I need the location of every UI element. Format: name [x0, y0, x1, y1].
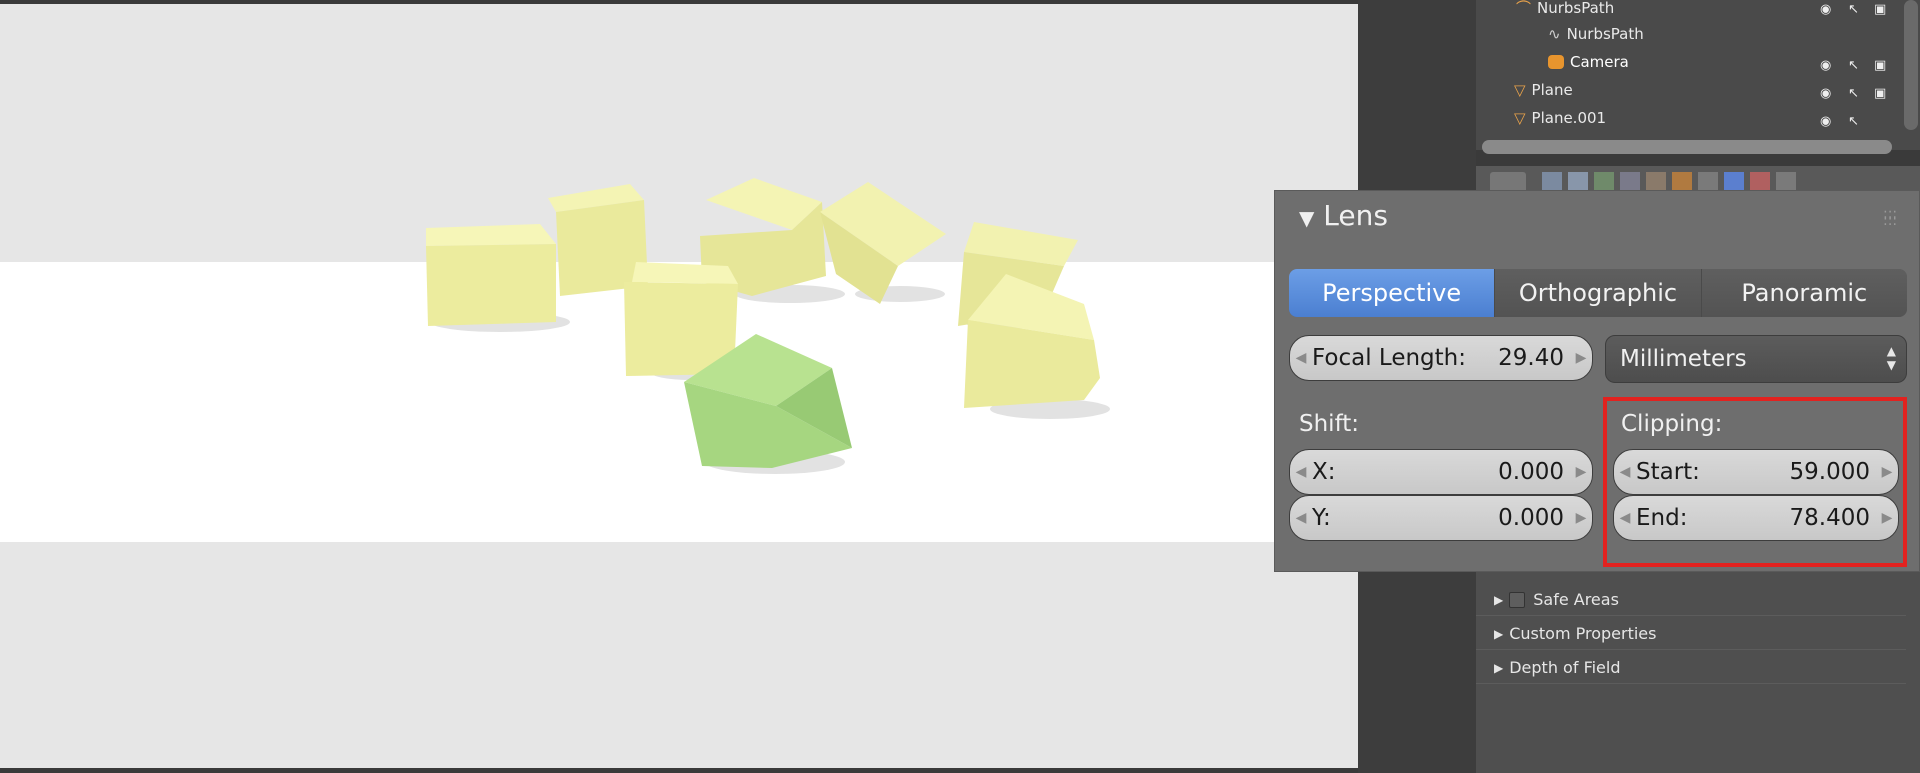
material-tab-icon[interactable] — [1698, 172, 1718, 192]
properties-tab-icons — [1542, 172, 1796, 192]
shift-x-field[interactable]: ◀ X: 0.000 ▶ — [1289, 449, 1593, 495]
panel-safe-areas[interactable]: ▶ Safe Areas — [1476, 584, 1906, 616]
expand-triangle-icon: ▶ — [1494, 626, 1504, 641]
eye-icon[interactable]: ◉ — [1820, 2, 1831, 17]
cube-1 — [426, 224, 556, 326]
decrement-arrow-icon[interactable]: ◀ — [1290, 510, 1312, 526]
object-tab-icon[interactable] — [1620, 172, 1640, 192]
drag-grip-icon[interactable]: :::::: — [1883, 207, 1905, 228]
decrement-arrow-icon[interactable]: ◀ — [1290, 464, 1312, 480]
3d-viewport[interactable] — [0, 4, 1358, 768]
clipping-highlight-box — [1603, 397, 1907, 567]
safe-areas-checkbox[interactable] — [1509, 591, 1526, 608]
cursor-icon[interactable]: ↖ — [1848, 86, 1859, 101]
cursor-icon[interactable]: ↖ — [1848, 2, 1859, 17]
dropdown-arrows-icon: ▲ ▼ — [1886, 344, 1896, 372]
collapse-triangle-icon: ▼ — [1299, 206, 1315, 230]
render-icon[interactable]: ▣ — [1874, 86, 1886, 101]
curve-icon: ⌒ — [1516, 0, 1532, 17]
lens-panel: ▼ Lens :::::: Perspective Orthographic P… — [1274, 190, 1920, 572]
outliner-scrollbar-v[interactable] — [1904, 0, 1918, 130]
outliner[interactable]: ⌒ NurbsPath ∿ NurbsPath Camera ▽ Plane ▽… — [1476, 0, 1920, 150]
eye-icon[interactable]: ◉ — [1820, 114, 1831, 129]
outliner-scrollbar-h[interactable] — [1482, 140, 1892, 154]
texture-tab-icon[interactable] — [1724, 172, 1744, 192]
panel-custom-properties[interactable]: ▶ Custom Properties — [1476, 618, 1906, 650]
camera-data-tab-icon[interactable] — [1672, 172, 1692, 192]
increment-arrow-icon[interactable]: ▶ — [1570, 510, 1592, 526]
outliner-restrict-columns: ◉ ↖ ▣ ◉ ↖ ▣ ◉ ↖ ▣ ◉ ↖ — [1820, 0, 1900, 130]
cube-4 — [820, 182, 946, 304]
eye-icon[interactable]: ◉ — [1820, 58, 1831, 73]
increment-arrow-icon[interactable]: ▶ — [1570, 464, 1592, 480]
world-tab-icon[interactable] — [1594, 172, 1614, 192]
physics-tab-icon[interactable] — [1776, 172, 1796, 192]
shift-y-field[interactable]: ◀ Y: 0.000 ▶ — [1289, 495, 1593, 541]
lens-unit-dropdown[interactable]: Millimeters ▲ ▼ — [1605, 335, 1907, 383]
panel-depth-of-field[interactable]: ▶ Depth of Field — [1476, 652, 1906, 684]
perspective-button[interactable]: Perspective — [1289, 269, 1496, 317]
mesh-icon: ▽ — [1514, 80, 1526, 99]
increment-arrow-icon[interactable]: ▶ — [1570, 350, 1592, 366]
render-tab-icon[interactable] — [1542, 172, 1562, 192]
curve-data-icon: ∿ — [1548, 24, 1561, 43]
cursor-icon[interactable]: ↖ — [1848, 114, 1859, 129]
mesh-icon: ▽ — [1514, 108, 1526, 127]
projection-type-selector: Perspective Orthographic Panoramic — [1289, 269, 1907, 317]
expand-triangle-icon: ▶ — [1494, 660, 1504, 675]
render-icon[interactable]: ▣ — [1874, 2, 1886, 17]
camera-icon — [1548, 54, 1564, 69]
shift-label: Shift: — [1299, 411, 1360, 437]
panoramic-button[interactable]: Panoramic — [1701, 269, 1907, 317]
orthographic-button[interactable]: Orthographic — [1495, 269, 1702, 317]
eye-icon[interactable]: ◉ — [1820, 86, 1831, 101]
scene-tab-icon[interactable] — [1568, 172, 1588, 192]
constraints-tab-icon[interactable] — [1646, 172, 1666, 192]
expand-triangle-icon: ▶ — [1494, 592, 1504, 607]
particles-tab-icon[interactable] — [1750, 172, 1770, 192]
decrement-arrow-icon[interactable]: ◀ — [1290, 350, 1312, 366]
focal-length-field[interactable]: ◀ Focal Length: 29.40 ▶ — [1289, 335, 1593, 381]
render-icon[interactable]: ▣ — [1874, 58, 1886, 73]
lens-panel-header[interactable]: ▼ Lens — [1299, 199, 1388, 232]
cursor-icon[interactable]: ↖ — [1848, 58, 1859, 73]
scene-cubes — [426, 178, 1110, 474]
